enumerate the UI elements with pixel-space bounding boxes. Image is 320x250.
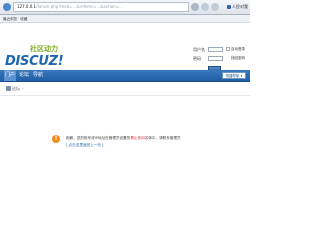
- breadcrumb-home[interactable]: 论坛: [12, 84, 20, 93]
- warning-icon: !: [52, 135, 60, 143]
- remember-label: 自动登录: [231, 47, 245, 51]
- extension-label: 人民对我: [232, 4, 248, 9]
- url-host: 127.0.0.1: [17, 4, 37, 9]
- username-input[interactable]: [208, 47, 223, 52]
- error-text: 抱歉，您的账号或IP地址在管理员设置的禁止访问名单中，请联系管理员: [66, 136, 181, 141]
- error-text-post: 名单中，请联系管理员: [144, 136, 181, 140]
- main-nav: 门户 论坛 导航: [0, 70, 250, 82]
- password-label: 密码: [193, 56, 201, 61]
- logo[interactable]: DISCUZ!: [5, 54, 64, 69]
- browser-address-bar: 127.0.0.1/forum.php?mod=...&referer=...&…: [0, 0, 250, 15]
- bookmark-bar: 最近浏览 · 收藏: [0, 15, 250, 23]
- forgot-password-link[interactable]: 找回密码: [231, 56, 245, 61]
- remember-checkbox[interactable]: [226, 47, 230, 51]
- error-highlight: 禁止访问: [130, 136, 145, 140]
- logo-tagline: 社区动力: [30, 45, 58, 53]
- star-icon[interactable]: [201, 3, 209, 11]
- globe-icon: [3, 3, 11, 11]
- url-field[interactable]: 127.0.0.1/forum.php?mod=...&referer=...&…: [13, 2, 189, 12]
- nav-item-forum[interactable]: 论坛: [18, 70, 30, 81]
- chevron-right-icon: ›: [22, 86, 24, 91]
- back-link[interactable]: [ 点击这里返回上一页 ]: [66, 143, 103, 148]
- password-input[interactable]: [208, 56, 223, 61]
- menu-icon[interactable]: [211, 3, 219, 11]
- username-label: 用户名: [193, 47, 205, 52]
- nav-item-guide[interactable]: 导航: [32, 70, 44, 81]
- refresh-icon[interactable]: [191, 3, 199, 11]
- breadcrumb: 论坛 ›: [0, 82, 250, 96]
- home-icon[interactable]: [6, 86, 11, 91]
- url-path: /forum.php?mod=...&referer=...&action=..…: [36, 4, 123, 9]
- nav-item-portal[interactable]: 门户: [4, 70, 16, 81]
- extension-icon: [227, 5, 231, 9]
- error-text-pre: 抱歉，您的账号或IP地址在管理员设置的: [66, 136, 131, 140]
- error-message: ! 抱歉，您的账号或IP地址在管理员设置的禁止访问名单中，请联系管理员 [ 点击…: [50, 130, 205, 154]
- bookmark-link[interactable]: 最近浏览 · 收藏: [3, 17, 27, 21]
- extension-button[interactable]: 人民对我: [227, 2, 249, 12]
- quick-nav-button[interactable]: 快捷导航 ▾: [222, 72, 246, 79]
